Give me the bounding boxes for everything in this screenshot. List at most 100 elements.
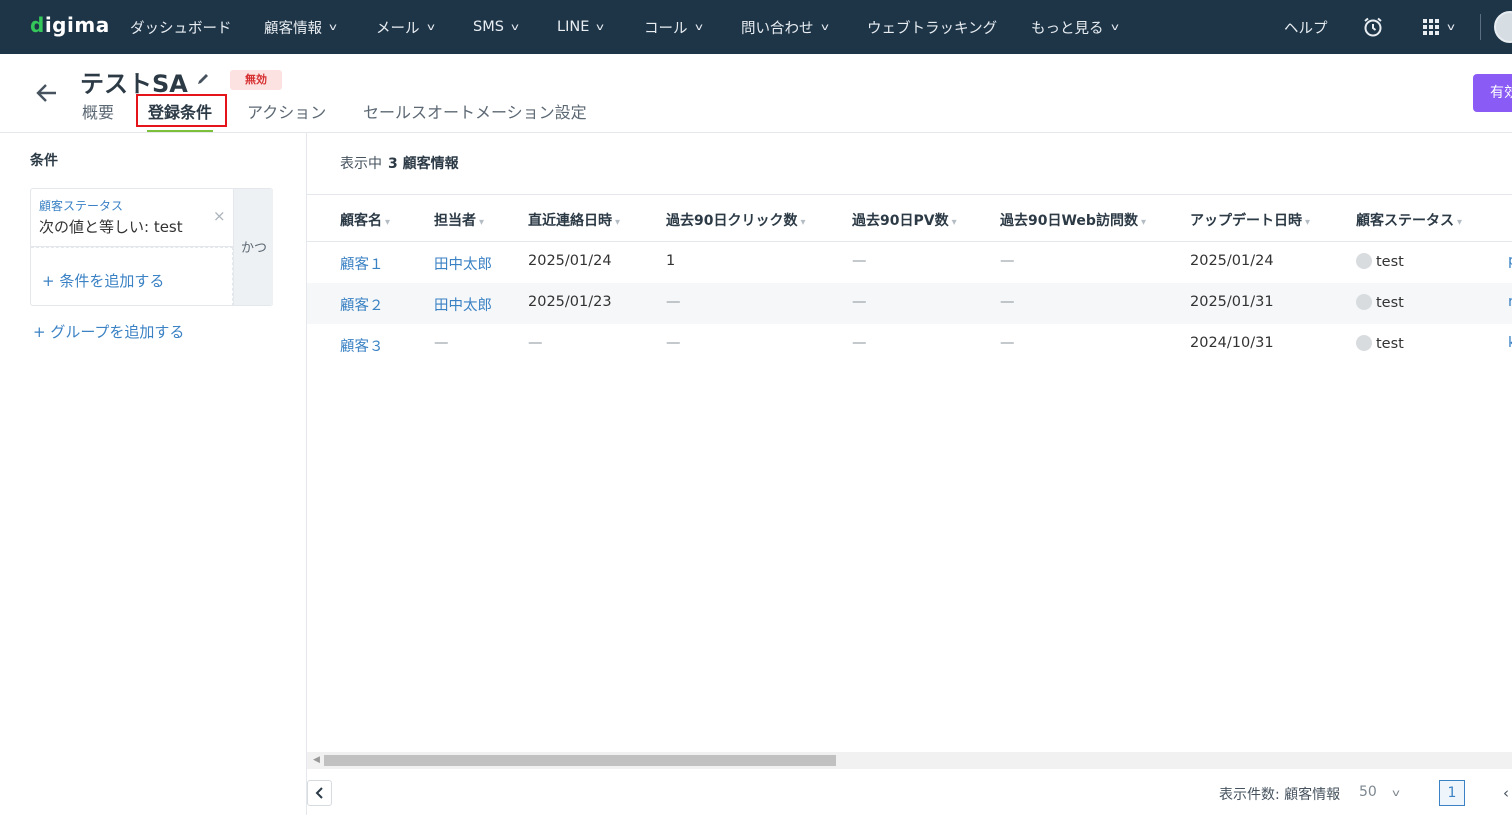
column-header[interactable]: 顧客ステータス ▾: [1356, 210, 1462, 230]
tab-overview[interactable]: 概要: [82, 99, 114, 123]
extra-cell[interactable]: p: [1508, 253, 1512, 269]
chevron-left-icon[interactable]: ‹: [1503, 784, 1509, 802]
nav-label: LINE: [557, 19, 590, 35]
active-tab-indicator: [147, 130, 213, 132]
sort-icon: ▾: [1305, 217, 1311, 228]
column-label: 過去90日PV数: [852, 213, 949, 229]
last-contact-cell: 2025/01/24: [528, 253, 612, 269]
nav-line[interactable]: LINE v: [557, 0, 605, 54]
chevron-down-icon: v: [694, 21, 703, 33]
table-row: 顧客２ 田中太郎 2025/01/23 — — — 2025/01/31 tes…: [307, 283, 1512, 324]
result-count: 表示中 3 顧客情報: [340, 153, 459, 173]
count-text: 3 顧客情報: [388, 156, 459, 172]
pv-cell: —: [852, 294, 867, 310]
status-cell: test: [1356, 253, 1404, 270]
nav-dashboard[interactable]: ダッシュボード: [130, 0, 232, 54]
owner-link[interactable]: 田中太郎: [434, 294, 492, 315]
tab-highlight-box: [136, 94, 227, 127]
nav-more[interactable]: もっと見る v: [1031, 0, 1119, 54]
condition-value: 次の値と等しい: test: [39, 218, 183, 236]
column-header[interactable]: アップデート日時 ▾: [1190, 210, 1310, 230]
nav-inquiry[interactable]: 問い合わせ v: [741, 0, 829, 54]
column-header[interactable]: 顧客名 ▾: [340, 210, 390, 230]
column-header[interactable]: 過去90日PV数 ▾: [852, 210, 957, 230]
customer-list-panel: 表示中 3 顧客情報 顧客名 ▾ 担当者 ▾ 直近連絡日時 ▾ 過去90日クリック数 ▾ …: [307, 133, 1512, 815]
nav-label: 問い合わせ: [741, 20, 814, 37]
column-header[interactable]: 過去90日Web訪問数 ▾: [1000, 210, 1146, 230]
status-badge: 無効: [230, 70, 282, 90]
status-label: test: [1376, 336, 1404, 352]
page-header: テストSA 無効 概要 登録条件 アクション セールスオートメーション設定 有効: [0, 54, 1512, 133]
owner-link[interactable]: 田中太郎: [434, 253, 492, 274]
updated-cell: 2025/01/24: [1190, 253, 1274, 269]
edit-pencil-icon[interactable]: [196, 71, 210, 90]
chevron-down-icon: v: [1110, 21, 1119, 33]
condition-item[interactable]: 顧客ステータス 次の値と等しい: test ×: [31, 189, 233, 247]
status-dot-icon: [1356, 253, 1372, 269]
nav-label: SMS: [473, 19, 504, 35]
last-contact-cell: 2025/01/23: [528, 294, 612, 310]
customer-name-link[interactable]: 顧客２: [340, 294, 384, 315]
page-size-select[interactable]: 50 v: [1359, 784, 1400, 800]
count-prefix: 表示中: [340, 156, 382, 172]
last-contact-cell: —: [528, 335, 543, 351]
chevron-down-icon: v: [820, 21, 829, 33]
horizontal-scrollbar[interactable]: ◀: [307, 752, 1512, 769]
pv-cell: —: [852, 335, 867, 351]
extra-cell[interactable]: r: [1508, 294, 1512, 310]
alarm-clock-icon[interactable]: [1362, 0, 1384, 54]
tab-sales-automation-settings[interactable]: セールスオートメーション設定: [363, 99, 587, 123]
clicks-cell: 1: [666, 253, 676, 269]
column-label: 過去90日Web訪問数: [1000, 213, 1138, 229]
collapse-arrow-button[interactable]: [307, 780, 332, 806]
nav-sms[interactable]: SMS v: [473, 0, 519, 54]
condition-group: 顧客ステータス 次の値と等しい: test × + 条件を追加する かつ: [30, 188, 273, 306]
add-condition-button[interactable]: + 条件を追加する: [31, 247, 233, 306]
column-label: 担当者: [434, 213, 476, 229]
user-avatar-icon[interactable]: [1494, 11, 1512, 43]
clicks-cell: —: [666, 335, 681, 351]
chevron-down-icon: v: [596, 21, 605, 33]
sort-icon: ▾: [951, 217, 957, 228]
column-header[interactable]: 直近連絡日時 ▾: [528, 210, 620, 230]
nav-customers[interactable]: 顧客情報 v: [264, 0, 337, 54]
scrollbar-thumb[interactable]: [324, 755, 836, 766]
customer-name-link[interactable]: 顧客３: [340, 335, 384, 356]
conditions-sidebar: 条件 顧客ステータス 次の値と等しい: test × + 条件を追加する かつ …: [0, 133, 307, 815]
nav-mail[interactable]: メール v: [376, 0, 435, 54]
nav-label: メール: [376, 20, 420, 37]
visits-cell: —: [1000, 294, 1015, 310]
nav-label: ウェブトラッキング: [867, 20, 998, 37]
customer-name-link[interactable]: 顧客１: [340, 253, 384, 274]
help-label: ヘルプ: [1284, 20, 1328, 37]
updated-cell: 2024/10/31: [1190, 335, 1274, 351]
page-size-value: 50: [1359, 784, 1377, 800]
status-cell: test: [1356, 335, 1404, 352]
sort-icon: ▾: [800, 217, 806, 228]
column-header[interactable]: 過去90日クリック数 ▾: [666, 210, 806, 230]
chevron-down-icon: v: [511, 21, 519, 33]
back-arrow-icon[interactable]: [34, 80, 60, 111]
enable-button[interactable]: 有効: [1473, 74, 1512, 112]
updated-cell: 2025/01/31: [1190, 294, 1274, 310]
apps-grid-icon[interactable]: v: [1422, 0, 1455, 54]
scroll-left-arrow-icon[interactable]: ◀: [313, 755, 320, 765]
column-label: 顧客ステータス: [1356, 213, 1454, 229]
top-navigation-bar: digima ダッシュボード 顧客情報 v メール v SMS v LINE v コール…: [0, 0, 1512, 54]
and-operator: かつ: [233, 189, 273, 305]
column-label: アップデート日時: [1190, 213, 1302, 229]
column-label: 顧客名: [340, 213, 382, 229]
close-icon[interactable]: ×: [213, 207, 226, 225]
tab-actions[interactable]: アクション: [247, 99, 326, 123]
add-group-button[interactable]: + グループを追加する: [33, 321, 184, 342]
column-header[interactable]: 担当者 ▾: [434, 210, 484, 230]
digima-logo[interactable]: digima: [30, 13, 110, 37]
nav-web-tracking[interactable]: ウェブトラッキング: [867, 0, 997, 54]
nav-label: もっと見る: [1031, 20, 1104, 37]
visits-cell: —: [1000, 335, 1015, 351]
nav-call[interactable]: コール v: [644, 0, 703, 54]
chevron-down-icon: v: [426, 21, 435, 33]
nav-help[interactable]: ヘルプ: [1284, 0, 1328, 54]
extra-cell[interactable]: k: [1508, 335, 1512, 351]
current-page-button[interactable]: 1: [1439, 780, 1465, 806]
